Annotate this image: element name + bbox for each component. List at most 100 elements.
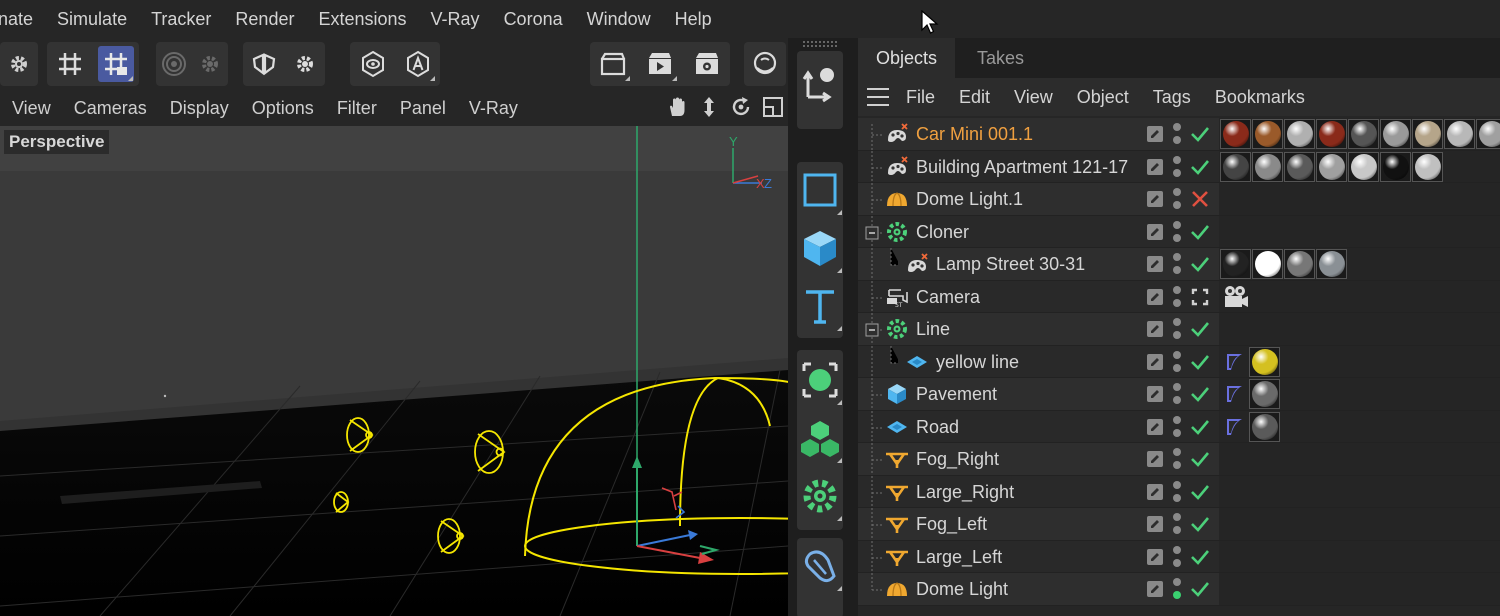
layer-toggle[interactable] [1147, 451, 1163, 467]
layer-toggle[interactable] [1147, 321, 1163, 337]
material-tag[interactable] [1284, 151, 1315, 182]
material-tag[interactable] [1348, 151, 1379, 182]
visibility-dots[interactable] [1173, 480, 1181, 505]
visibility-dots[interactable] [1173, 220, 1181, 245]
material-tag[interactable] [1220, 249, 1251, 279]
visibility-dots[interactable] [1173, 415, 1181, 440]
om-menu-tags[interactable]: Tags [1153, 87, 1191, 108]
layer-toggle[interactable] [1147, 581, 1163, 597]
menu-corona[interactable]: Corona [504, 9, 563, 30]
material-tag[interactable] [1249, 379, 1280, 409]
tab-takes[interactable]: Takes [955, 38, 1046, 78]
om-menu-view[interactable]: View [1014, 87, 1053, 108]
camera-tag-icon[interactable] [1220, 282, 1250, 312]
check-icon[interactable] [1189, 318, 1211, 340]
visibility-dots[interactable] [1173, 155, 1181, 180]
material-tag[interactable] [1220, 119, 1251, 149]
menu-animate[interactable]: nate [0, 9, 33, 30]
menu-vray[interactable]: V-Ray [431, 9, 480, 30]
viewport-menu-view[interactable]: View [12, 98, 51, 119]
visibility-dots[interactable] [1173, 545, 1181, 570]
redshift-button[interactable] [747, 46, 783, 82]
visibility-dots[interactable] [1173, 285, 1181, 310]
object-row[interactable]: Fog_Left [858, 508, 1500, 541]
layer-toggle[interactable] [1147, 483, 1163, 500]
object-name[interactable]: yellow line [936, 352, 1019, 373]
null-transform-button[interactable] [797, 57, 843, 109]
menu-window[interactable]: Window [587, 9, 651, 30]
object-row[interactable]: Line [858, 313, 1500, 346]
check-icon[interactable] [1189, 253, 1211, 275]
viewport-camera-label[interactable]: Perspective [4, 130, 110, 154]
perspective-viewport[interactable]: Perspective Y X Z [0, 126, 788, 616]
object-name[interactable]: Dome Light [916, 579, 1008, 600]
material-tag[interactable] [1348, 119, 1379, 149]
object-row[interactable]: Large_Left [858, 540, 1500, 573]
snap-button[interactable] [52, 46, 88, 82]
object-row[interactable]: Building Apartment 121-17 [858, 150, 1500, 183]
layer-toggle[interactable] [1147, 126, 1163, 142]
toggle-panel-button[interactable] [761, 95, 785, 119]
uv-flag-tag-icon[interactable] [1220, 347, 1248, 377]
visibility-dots[interactable] [1173, 318, 1181, 342]
object-name[interactable]: Camera [916, 287, 980, 308]
material-tag[interactable] [1412, 119, 1443, 149]
object-row[interactable]: Car Mini 001.1 [858, 118, 1500, 151]
check-icon[interactable] [1189, 546, 1211, 568]
cube-button[interactable] [797, 222, 843, 274]
menu-help[interactable]: Help [675, 9, 712, 30]
material-tag[interactable] [1284, 249, 1315, 279]
layer-toggle[interactable] [1147, 386, 1163, 402]
text-spline-button[interactable] [797, 280, 843, 332]
layer-toggle[interactable] [1147, 256, 1163, 272]
symmetry-button[interactable] [246, 46, 282, 82]
om-menu-edit[interactable]: Edit [959, 87, 990, 108]
tab-objects[interactable]: Objects [858, 38, 956, 78]
symmetry-settings-button[interactable] [287, 46, 323, 82]
object-row[interactable]: Cloner [858, 215, 1500, 248]
object-name[interactable]: Building Apartment 121-17 [916, 157, 1128, 178]
material-tag[interactable] [1284, 119, 1315, 149]
layer-toggle[interactable] [1147, 158, 1163, 175]
check-icon[interactable] [1189, 221, 1211, 243]
menu-tracker[interactable]: Tracker [151, 9, 211, 30]
material-tag[interactable] [1249, 411, 1280, 442]
visibility-dots[interactable] [1173, 350, 1181, 375]
visibility-dots[interactable] [1173, 448, 1181, 472]
object-name[interactable]: Dome Light.1 [916, 189, 1023, 210]
viewport-menu-options[interactable]: Options [252, 98, 314, 119]
menu-simulate[interactable]: Simulate [57, 9, 127, 30]
object-row[interactable]: Large_Right [858, 475, 1500, 508]
menu-extensions[interactable]: Extensions [318, 9, 406, 30]
material-tag[interactable] [1380, 119, 1411, 149]
material-tag[interactable] [1316, 151, 1347, 182]
material-tag[interactable] [1252, 151, 1283, 182]
material-tag[interactable] [1380, 151, 1411, 182]
viewport-menu-filter[interactable]: Filter [337, 98, 377, 119]
deformer-button[interactable] [797, 540, 843, 592]
visibility-dots[interactable] [1173, 383, 1181, 407]
object-row[interactable]: ST Camera [858, 280, 1500, 313]
object-name[interactable]: Fog_Right [916, 449, 999, 470]
check-icon[interactable] [1189, 448, 1211, 470]
check-icon[interactable] [1189, 513, 1211, 535]
check-icon[interactable] [1189, 156, 1211, 178]
mograph-selection-button[interactable] [797, 354, 843, 406]
check-icon[interactable] [1189, 383, 1211, 405]
rotate-camera-button[interactable] [729, 95, 753, 119]
cross-icon[interactable] [1189, 188, 1211, 210]
visibility-dots[interactable] [1173, 513, 1181, 537]
render-view-button[interactable] [642, 46, 678, 82]
material-tag[interactable] [1412, 151, 1443, 182]
viewport-menu-panel[interactable]: Panel [400, 98, 446, 119]
workplane-settings-button[interactable] [192, 46, 228, 82]
object-row[interactable]: Fog_Right [858, 443, 1500, 476]
view-mode-button[interactable] [355, 46, 391, 82]
object-name[interactable]: Line [916, 319, 950, 340]
om-menu-file[interactable]: File [906, 87, 935, 108]
material-tag[interactable] [1252, 249, 1283, 279]
material-tag[interactable] [1249, 346, 1280, 377]
layer-toggle[interactable] [1147, 223, 1163, 240]
om-menu-bookmarks[interactable]: Bookmarks [1215, 87, 1305, 108]
layer-toggle[interactable] [1147, 353, 1163, 370]
